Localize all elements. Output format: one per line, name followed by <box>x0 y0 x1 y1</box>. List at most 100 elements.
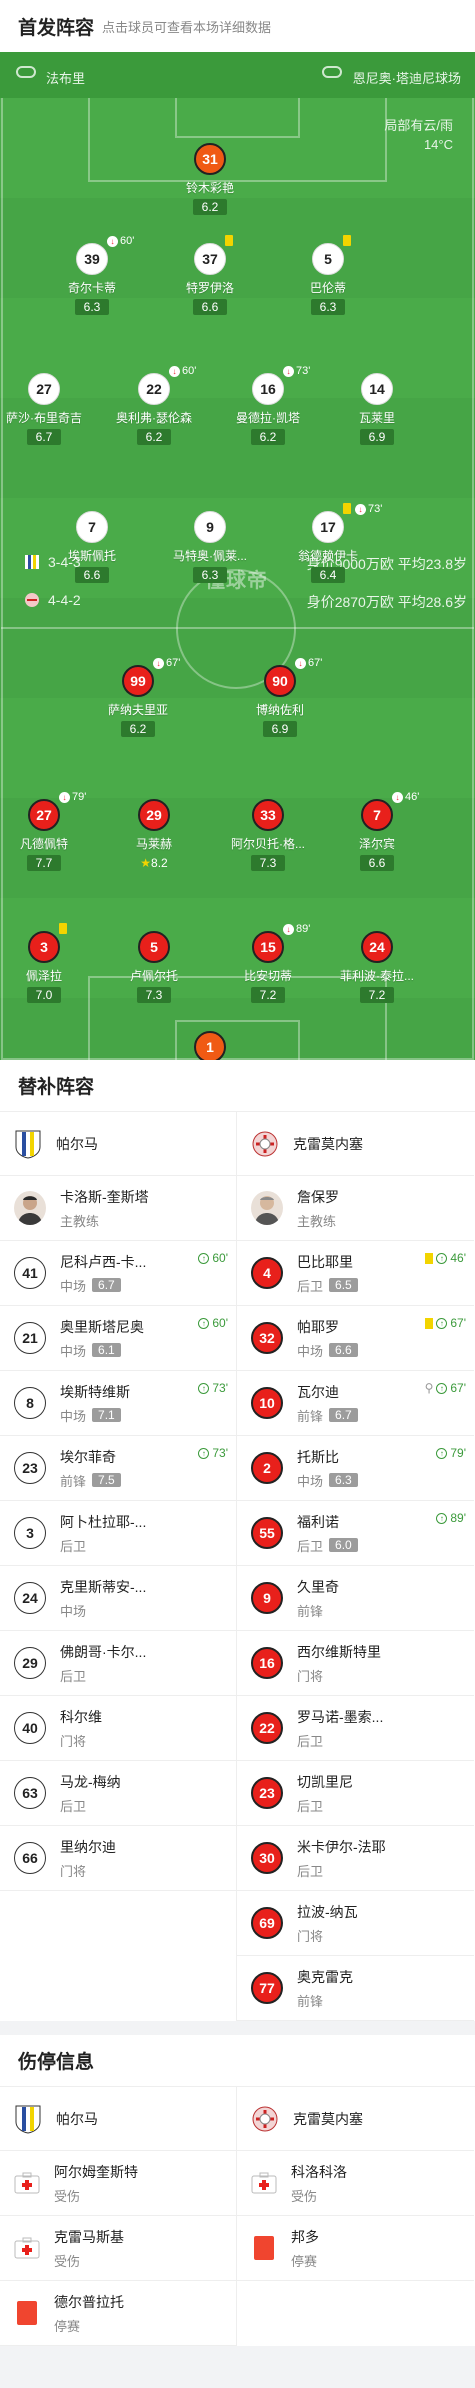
yellow-card-icon <box>343 235 351 246</box>
pitch-player[interactable]: 5 卢佩尔托 7.3 <box>99 931 209 1004</box>
injury-row[interactable]: 阿尔姆奎斯特 受伤 <box>0 2151 236 2216</box>
sub-player-row[interactable]: 4 巴比耶里 后卫 6.5 ↑ 46' <box>237 1241 474 1306</box>
sub-player-row[interactable]: 29 佛朗哥·卡尔... 后卫 <box>0 1631 236 1696</box>
sub-player-row[interactable]: 66 里纳尔迪 门将 <box>0 1826 236 1891</box>
pitch-player[interactable]: 5 巴伦蒂 6.3 <box>273 235 383 316</box>
sub-player-row[interactable]: 32 帕耶罗 中场 6.6 ↑ 67' <box>237 1306 474 1371</box>
sub-position: 前锋 <box>297 1603 324 1619</box>
sub-in-icon: ↑ <box>198 1252 210 1264</box>
sub-number: 9 <box>251 1582 283 1614</box>
sub-in-icon: ↑ <box>436 1317 448 1329</box>
sub-rating: 7.5 <box>92 1473 121 1487</box>
page-subtitle: 点击球员可查看本场详细数据 <box>102 19 272 35</box>
home-injury-list: 阿尔姆奎斯特 受伤 克雷马斯基 受伤 德尔普拉托 停赛 <box>0 2151 236 2346</box>
subs-section-title: 替补阵容 <box>0 1060 475 1112</box>
home-coach-row[interactable]: 卡洛斯-奎斯塔 主教练 <box>0 1176 236 1241</box>
sub-in-minute: 60' <box>212 1316 228 1330</box>
sub-minute: 67' <box>166 657 181 669</box>
player-number: 16 <box>252 373 284 405</box>
sub-player-row[interactable]: 40 科尔维 门将 <box>0 1696 236 1761</box>
pitch-player[interactable]: 27 萨沙·布里奇吉 6.7 <box>0 373 99 446</box>
sub-minute: 89' <box>296 923 311 935</box>
away-coach-name: 詹保罗 <box>297 1188 339 1205</box>
sub-player-row[interactable]: 69 拉波-纳瓦 门将 <box>237 1891 474 1956</box>
sub-in-icon: ↑ <box>436 1252 448 1264</box>
away-coach-row[interactable]: 詹保罗 主教练 <box>237 1176 474 1241</box>
first-aid-icon <box>14 2235 40 2261</box>
sub-out-badge: ↓ 46' <box>392 791 419 803</box>
pitch-player[interactable]: 16 ↓ 73' 曼德拉·凯塔 6.2 <box>213 365 323 446</box>
sub-player-row[interactable]: 9 久里奇 前锋 <box>237 1566 474 1631</box>
sub-player-row[interactable]: 3 阿卜杜拉耶-... 后卫 <box>0 1501 236 1566</box>
sub-player-row[interactable]: 41 尼科卢西-卡... 中场 6.7 ↑ 60' <box>0 1241 236 1306</box>
pitch-player[interactable]: 22 ↓ 60' 奥利弗·瑟伦森 6.2 <box>99 365 209 446</box>
away-team-row[interactable]: 克雷莫内塞 <box>237 1112 474 1176</box>
pitch-player[interactable]: 33 阿尔贝托·格... 7.3 <box>213 799 323 872</box>
sub-player-row[interactable]: 8 埃斯特维斯 中场 7.1 ↑ 73' <box>0 1371 236 1436</box>
injury-row[interactable]: 科洛科洛 受伤 <box>237 2151 474 2216</box>
sub-player-row[interactable]: 63 马龙-梅纳 后卫 <box>0 1761 236 1826</box>
sub-position: 前锋 <box>297 1408 324 1424</box>
pitch-player[interactable]: 7 埃斯佩托 6.6 <box>37 511 147 584</box>
home-injury-team-row[interactable]: 帕尔马 <box>0 2087 236 2151</box>
pitch-player[interactable]: 90 ↓ 67' 博纳佐利 6.9 <box>225 657 335 738</box>
sub-name: 埃尔菲奇 <box>60 1448 116 1465</box>
rating-value: 6.6 <box>83 568 101 582</box>
injury-row[interactable]: 邦多 停赛 <box>237 2216 474 2281</box>
sub-out-icon: ↓ <box>392 791 403 803</box>
sub-number: 21 <box>14 1322 46 1354</box>
player-number: 22 <box>138 373 170 405</box>
sub-minute: 73' <box>368 503 383 515</box>
sub-name: 马龙-梅纳 <box>60 1773 121 1790</box>
injury-status: 停赛 <box>291 2253 318 2269</box>
pitch-player[interactable]: 7 ↓ 46' 泽尔宾 6.6 <box>322 791 432 872</box>
sub-event: ↑ 73' <box>198 1381 228 1395</box>
rating-value: 6.9 <box>271 722 289 736</box>
sub-number: 55 <box>251 1517 283 1549</box>
pitch-player[interactable]: 39 ↓ 60' 奇尔卡蒂 6.3 <box>37 235 147 316</box>
sub-player-row[interactable]: 2 托斯比 中场 6.3 ↑ 79' <box>237 1436 474 1501</box>
pitch-player[interactable]: 99 ↓ 67' 萨纳夫里亚 6.2 <box>83 657 193 738</box>
sub-player-row[interactable]: 22 罗马诺-墨索... 后卫 <box>237 1696 474 1761</box>
sub-player-row[interactable]: 23 埃尔菲奇 前锋 7.5 ↑ 73' <box>0 1436 236 1501</box>
sub-player-row[interactable]: 23 切凯里尼 后卫 <box>237 1761 474 1826</box>
away-injury-team-row[interactable]: 克雷莫内塞 <box>237 2087 474 2151</box>
sub-player-row[interactable]: 16 西尔维斯特里 门将 <box>237 1631 474 1696</box>
sub-player-row[interactable]: 10 瓦尔迪 前锋 6.7 ⚲ ↑ 67' <box>237 1371 474 1436</box>
sub-out-icon: ↓ <box>59 791 70 803</box>
sub-player-row[interactable]: 24 克里斯蒂安-... 中场 <box>0 1566 236 1631</box>
home-team-row[interactable]: 帕尔马 <box>0 1112 236 1176</box>
sub-name: 阿卜杜拉耶-... <box>60 1513 147 1530</box>
sub-player-row[interactable]: 30 米卡伊尔-法耶 后卫 <box>237 1826 474 1891</box>
pitch-player[interactable]: 27 ↓ 79' 凡德佩特 7.7 <box>0 791 99 872</box>
player-name: 比安切蒂 <box>243 969 292 983</box>
sub-name: 埃斯特维斯 <box>60 1383 130 1400</box>
pitch-player[interactable]: 3 佩泽拉 7.0 <box>0 923 99 1004</box>
pitch-player[interactable]: 24 菲利波·泰拉... 7.2 <box>322 931 432 1004</box>
pitch-player[interactable]: 29 马莱赫 ★8.2 <box>99 799 209 872</box>
sub-out-badge: ↓ 79' <box>59 791 86 803</box>
sub-player-row[interactable]: 77 奥克雷克 前锋 <box>237 1956 474 2021</box>
sub-player-row[interactable]: 55 福利诺 后卫 6.0 ↑ 89' <box>237 1501 474 1566</box>
pitch-player[interactable]: 31 铃木彩艳 6.2 <box>155 143 265 216</box>
pitch-player[interactable]: 1奥代罗6.7 <box>155 1031 265 1060</box>
empty-row <box>0 1956 236 2021</box>
injury-row[interactable]: 德尔普拉托 停赛 <box>0 2281 236 2346</box>
sub-number: 8 <box>14 1387 46 1419</box>
injury-row[interactable]: 克雷马斯基 受伤 <box>0 2216 236 2281</box>
weather-info: 局部有云/雨 14°C <box>384 116 453 154</box>
sub-position: 后卫 <box>60 1798 87 1814</box>
pitch-player[interactable]: 15 ↓ 89' 比安切蒂 7.2 <box>213 923 323 1004</box>
pitch-player[interactable]: 17 ↓ 73' 翁德赖伊卡 6.4 <box>273 503 383 584</box>
pitch-player[interactable]: 14 瓦莱里 6.9 <box>322 373 432 446</box>
pitch-player[interactable]: 37 特罗伊洛 6.6 <box>155 235 265 316</box>
sub-in-minute: 60' <box>212 1251 228 1265</box>
sub-out-icon: ↓ <box>283 923 294 935</box>
home-subs-column: 帕尔马 卡洛斯-奎斯塔 主教练 41 尼科卢西-卡... 中场 6.7 ↑ 60' 21 奥里… <box>0 1112 237 2021</box>
player-rating: 6.3 <box>311 299 345 315</box>
yellow-card-icon <box>225 235 233 246</box>
sub-player-row[interactable]: 21 奥里斯塔尼奥 中场 6.1 ↑ 60' <box>0 1306 236 1371</box>
sub-name: 米卡伊尔-法耶 <box>297 1838 386 1855</box>
sub-number: 4 <box>251 1257 283 1289</box>
pitch-player[interactable]: 9 马特奥·佩莱... 6.3 <box>155 511 265 584</box>
